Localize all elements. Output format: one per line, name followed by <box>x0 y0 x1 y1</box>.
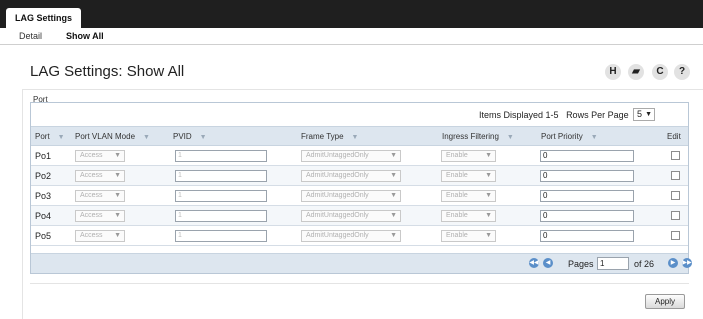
sort-icon: ▼ <box>590 134 598 141</box>
sort-icon: ▼ <box>506 134 514 141</box>
chevron-down-icon: ▼ <box>485 152 492 159</box>
port-priority-input[interactable]: 0 <box>540 210 634 222</box>
edit-checkbox[interactable] <box>671 151 680 160</box>
table-row: Po4 Access ▼ 1 AdmitUntaggedOnly ▼ Enable ▼… <box>31 206 688 226</box>
rows-per-page-value: 5 <box>637 109 643 119</box>
pvid-input[interactable]: 1 <box>175 190 267 202</box>
col-edit: Edit <box>667 132 681 141</box>
table-header: Port ▼ Port VLAN Mode ▼ PVID ▼ Frame Type ▼ … <box>31 126 688 146</box>
pvid-input[interactable]: 1 <box>175 170 267 182</box>
last-page-icon[interactable]: ▶▶ <box>682 258 692 268</box>
edit-checkbox[interactable] <box>671 231 680 240</box>
subnav-detail[interactable]: Detail <box>19 31 42 41</box>
sort-icon: ▼ <box>57 134 65 141</box>
chevron-down-icon: ▼ <box>485 212 492 219</box>
port-name: Po5 <box>35 231 52 241</box>
frame-type-select[interactable]: AdmitUntaggedOnly ▼ <box>301 170 401 182</box>
rows-per-page-label: Rows Per Page <box>566 110 629 120</box>
chevron-down-icon: ▼ <box>390 172 397 179</box>
divider <box>30 283 689 284</box>
chevron-down-icon: ▼ <box>114 152 121 159</box>
chevron-down-icon: ▼ <box>114 172 121 179</box>
port-name: Po2 <box>35 171 52 181</box>
edit-checkbox[interactable] <box>671 171 680 180</box>
items-displayed: Items Displayed 1-5 <box>479 110 559 120</box>
chevron-down-icon: ▼ <box>645 111 652 118</box>
table-row: Po3 Access ▼ 1 AdmitUntaggedOnly ▼ Enable ▼… <box>31 186 688 206</box>
chevron-down-icon: ▼ <box>390 232 397 239</box>
sort-icon: ▼ <box>143 134 150 141</box>
pvid-input[interactable]: 1 <box>175 150 267 162</box>
chevron-down-icon: ▼ <box>485 192 492 199</box>
col-port-priority[interactable]: Port Priority ▼ <box>541 132 598 141</box>
vlan-mode-select[interactable]: Access ▼ <box>75 170 125 182</box>
vlan-mode-select[interactable]: Access ▼ <box>75 190 125 202</box>
port-priority-input[interactable]: 0 <box>540 230 634 242</box>
chevron-down-icon: ▼ <box>390 192 397 199</box>
edit-checkbox[interactable] <box>671 191 680 200</box>
page-number-input[interactable]: 1 <box>597 257 629 270</box>
sort-icon: ▼ <box>199 134 207 141</box>
frame-type-select[interactable]: AdmitUntaggedOnly ▼ <box>301 190 401 202</box>
ingress-filtering-select[interactable]: Enable ▼ <box>441 230 496 242</box>
port-name: Po1 <box>35 151 52 161</box>
tab-lag-settings[interactable]: LAG Settings <box>6 8 82 28</box>
col-port-vlan-mode[interactable]: Port VLAN Mode ▼ <box>75 132 150 141</box>
table-row: Po2 Access ▼ 1 AdmitUntaggedOnly ▼ Enable ▼… <box>31 166 688 186</box>
total-pages-label: of 26 <box>634 259 655 269</box>
refresh-icon[interactable]: C <box>652 64 668 80</box>
chevron-down-icon: ▼ <box>114 192 121 199</box>
chevron-down-icon: ▼ <box>390 152 397 159</box>
port-name: Po3 <box>35 191 52 201</box>
chevron-down-icon: ▼ <box>390 212 397 219</box>
apply-button[interactable]: Apply <box>645 294 685 309</box>
chevron-down-icon: ▼ <box>485 172 492 179</box>
col-pvid[interactable]: PVID ▼ <box>173 132 207 141</box>
pvid-input[interactable]: 1 <box>175 210 267 222</box>
frame-type-select[interactable]: AdmitUntaggedOnly ▼ <box>301 210 401 222</box>
port-priority-input[interactable]: 0 <box>540 170 634 182</box>
ingress-filtering-select[interactable]: Enable ▼ <box>441 170 496 182</box>
chevron-down-icon: ▼ <box>485 232 492 239</box>
edit-checkbox[interactable] <box>671 211 680 220</box>
frame-type-select[interactable]: AdmitUntaggedOnly ▼ <box>301 150 401 162</box>
table-row: Po1 Access ▼ 1 AdmitUntaggedOnly ▼ Enable ▼… <box>31 146 688 166</box>
first-page-icon[interactable]: ◀◀ <box>529 258 539 268</box>
sub-navigation: Detail Show All <box>0 28 703 45</box>
top-bar: LAG Settings <box>0 0 703 28</box>
col-frame-type[interactable]: Frame Type ▼ <box>301 132 358 141</box>
port-priority-input[interactable]: 0 <box>540 190 634 202</box>
pvid-input[interactable]: 1 <box>175 230 267 242</box>
port-name: Po4 <box>35 211 52 221</box>
col-ingress-filtering[interactable]: Ingress Filtering ▼ <box>442 132 514 141</box>
ingress-filtering-select[interactable]: Enable ▼ <box>441 190 496 202</box>
prev-page-icon[interactable]: ◀ <box>543 258 553 268</box>
table-info: Items Displayed 1-5 Rows Per Page <box>479 110 629 120</box>
vlan-mode-select[interactable]: Access ▼ <box>75 150 125 162</box>
page-title: LAG Settings: Show All <box>30 63 185 80</box>
chevron-down-icon: ▼ <box>114 232 121 239</box>
col-port[interactable]: Port ▼ <box>35 132 65 141</box>
pages-label: Pages <box>568 259 594 269</box>
table-row: Po5 Access ▼ 1 AdmitUntaggedOnly ▼ Enable ▼… <box>31 226 688 246</box>
print-icon[interactable]: ▰ <box>628 64 644 80</box>
next-page-icon[interactable]: ▶ <box>668 258 678 268</box>
subnav-show-all[interactable]: Show All <box>66 31 104 41</box>
ingress-filtering-select[interactable]: Enable ▼ <box>441 210 496 222</box>
rows-per-page-select[interactable]: 5 ▼ <box>633 108 655 121</box>
ingress-filtering-select[interactable]: Enable ▼ <box>441 150 496 162</box>
sort-icon: ▼ <box>351 134 359 141</box>
help-icon[interactable]: H <box>605 64 621 80</box>
vlan-mode-select[interactable]: Access ▼ <box>75 230 125 242</box>
question-icon[interactable]: ? <box>674 64 690 80</box>
chevron-down-icon: ▼ <box>114 212 121 219</box>
port-priority-input[interactable]: 0 <box>540 150 634 162</box>
vlan-mode-select[interactable]: Access ▼ <box>75 210 125 222</box>
frame-type-select[interactable]: AdmitUntaggedOnly ▼ <box>301 230 401 242</box>
